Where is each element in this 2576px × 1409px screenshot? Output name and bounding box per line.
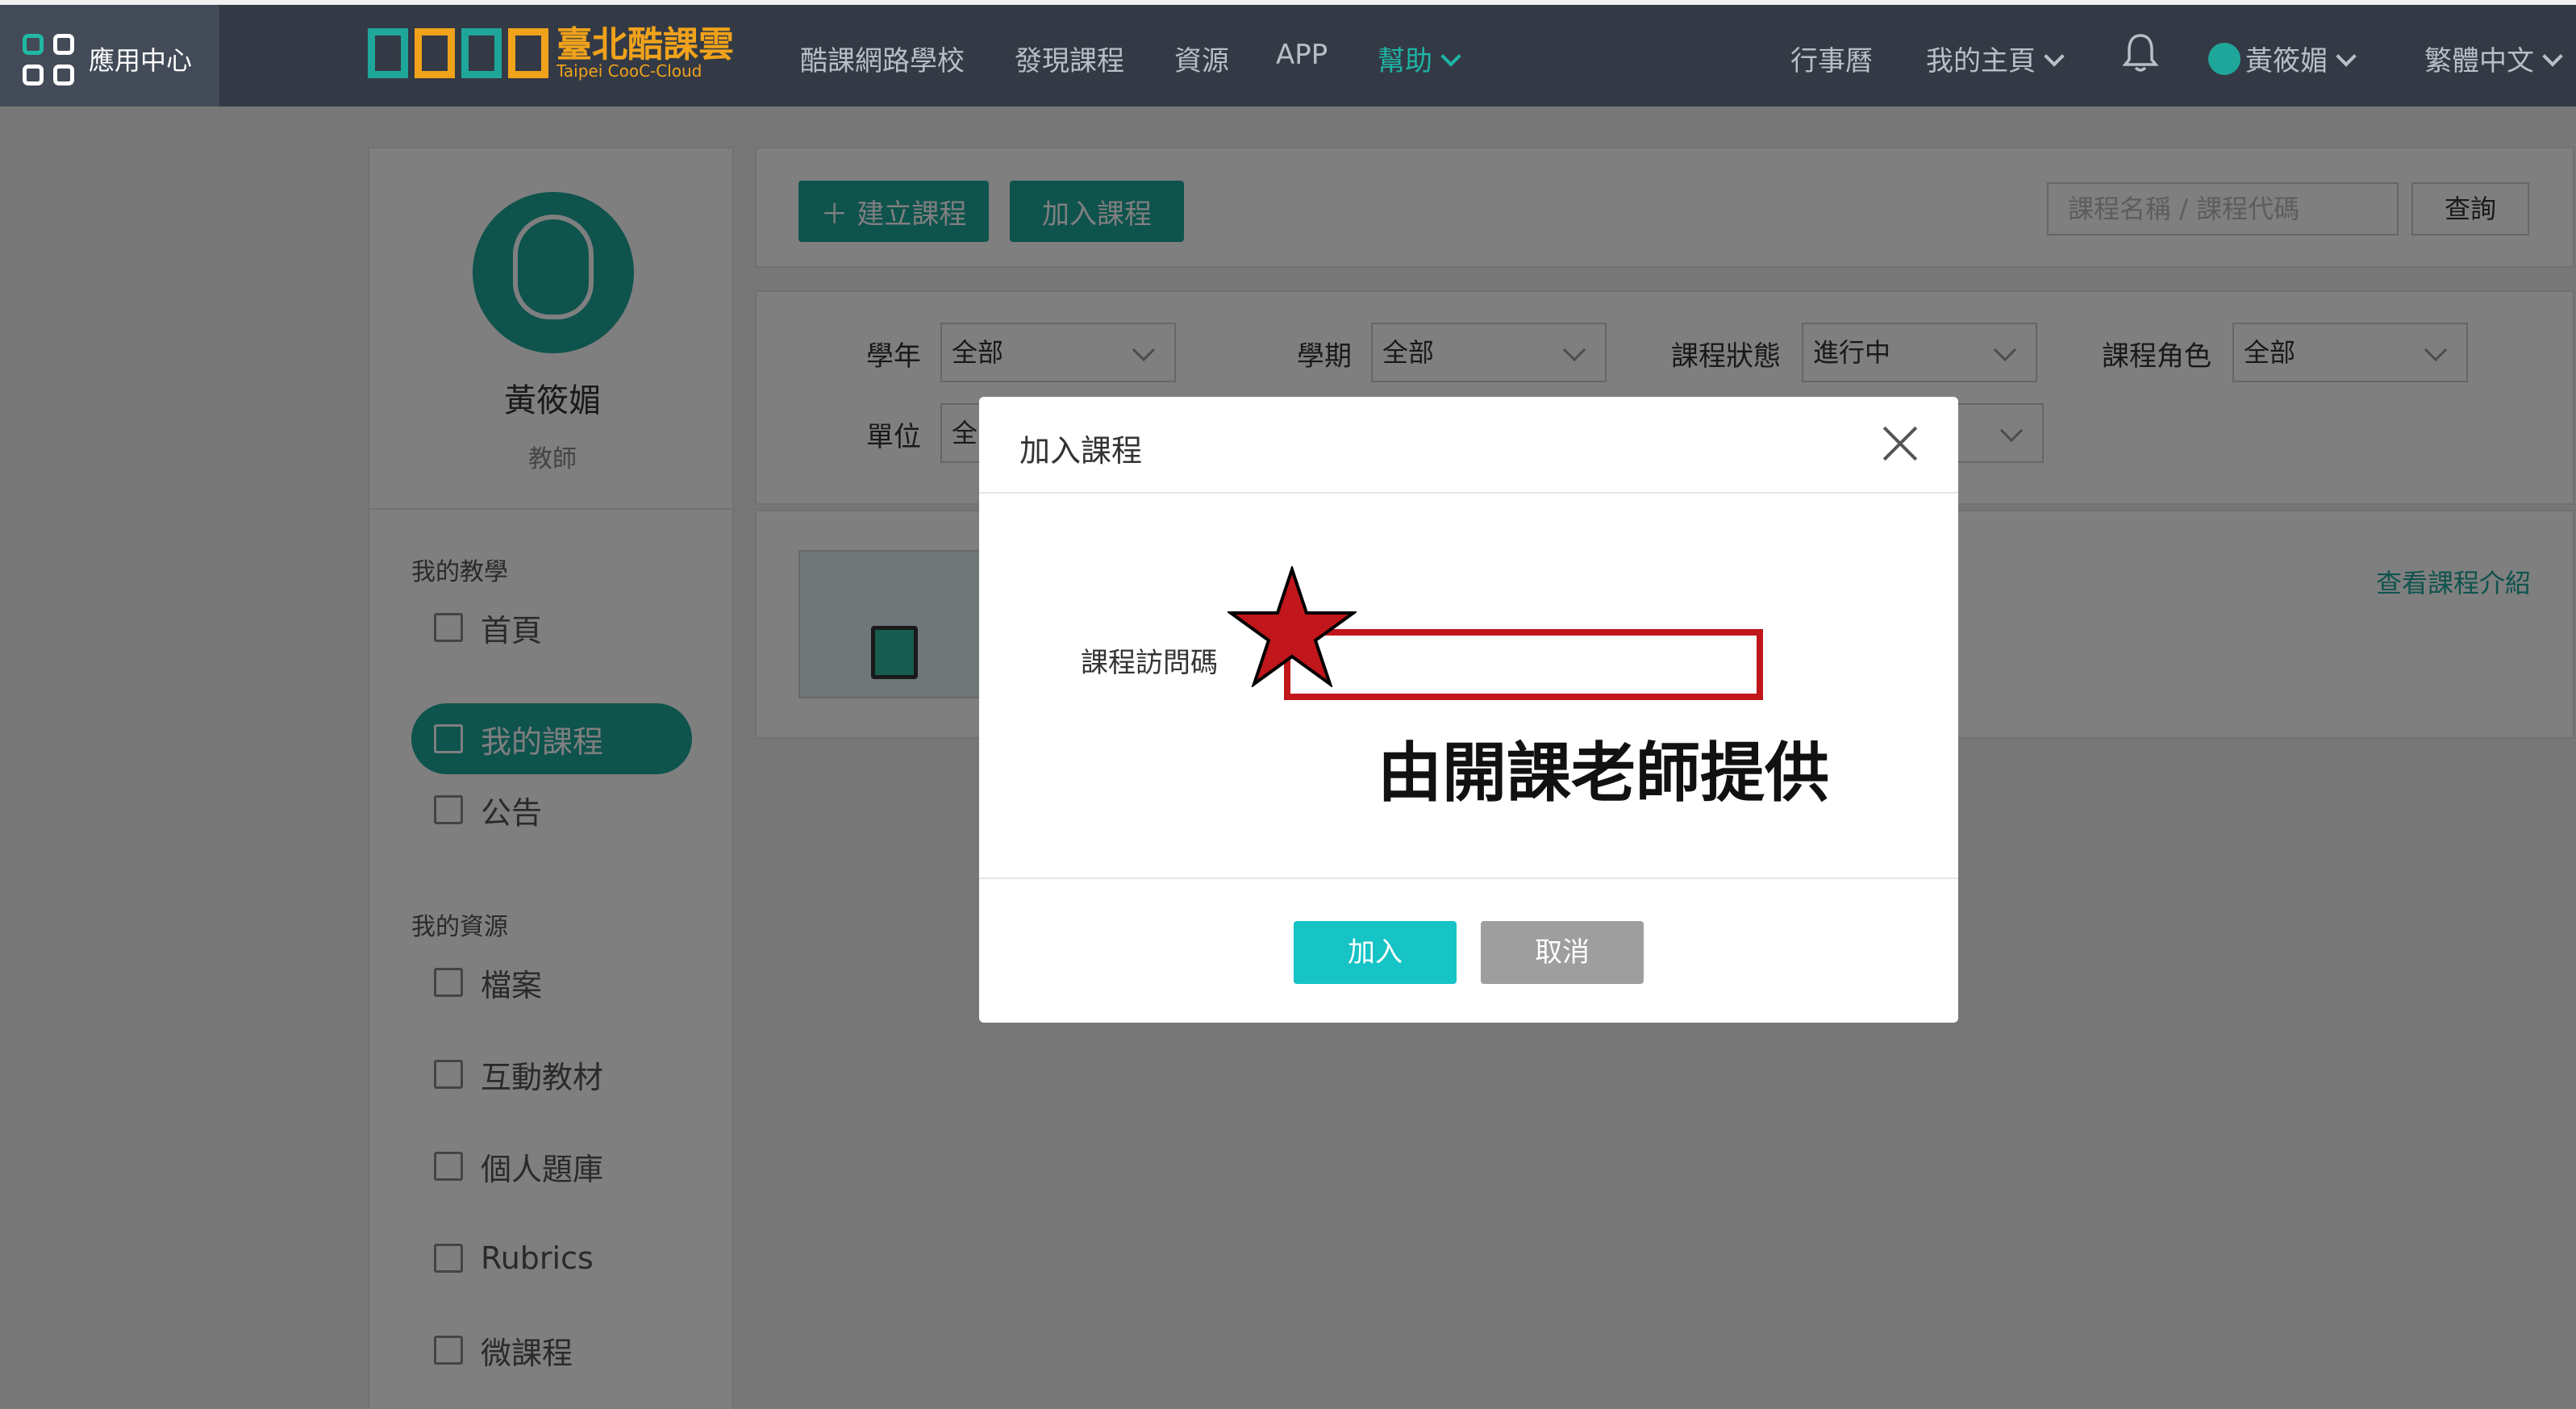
app-center-label: 應用中心 [89,45,193,76]
nav-resources[interactable]: 資源 [1174,39,1229,78]
user-menu-label: 黃筱媚 [2245,45,2328,77]
bell-icon[interactable] [2122,32,2159,80]
user-menu[interactable]: 黃筱媚 [2208,39,2357,78]
access-code-hint: 由開課老師提供 [1378,736,1829,811]
nav-help[interactable]: 幫助 [1378,39,1461,78]
nav-homepage-label: 我的主頁 [1926,45,2036,77]
nav-homepage[interactable]: 我的主頁 [1926,39,2065,78]
close-icon[interactable] [1878,421,1923,466]
divider [979,492,1958,494]
nav-school[interactable]: 酷課網路學校 [800,39,965,78]
divider [979,877,1958,879]
cancel-button[interactable]: 取消 [1481,921,1644,984]
nav-calendar[interactable]: 行事曆 [1790,39,1873,78]
top-border [0,0,2576,5]
site-logo[interactable]: 臺北酷課雲 Taipei CooC-Cloud [368,26,734,81]
app-center-button[interactable]: 應用中心 [0,5,219,106]
top-navbar: 應用中心 臺北酷課雲 Taipei CooC-Cloud 酷課網路學校 發現課程… [0,0,2576,106]
user-avatar-icon [2208,43,2240,75]
dialog-title: 加入課程 [1019,433,1143,469]
access-code-label: 課程訪問碼 [1081,647,1218,679]
language-menu[interactable]: 繁體中文 [2424,39,2563,78]
chevron-down-icon [2542,46,2563,67]
nav-app[interactable]: APP [1276,39,1328,71]
join-course-dialog: 加入課程 課程訪問碼 由開課老師提供 加入 取消 [979,397,1958,1023]
chevron-down-icon [1440,46,1461,67]
join-button[interactable]: 加入 [1294,921,1457,984]
chevron-down-icon [2044,46,2065,67]
star-icon [1228,566,1357,687]
app-grid-icon [23,34,74,85]
language-label: 繁體中文 [2424,45,2534,77]
logo-mark [368,28,548,78]
chevron-down-icon [2336,46,2357,67]
logo-subtitle: Taipei CooC-Cloud [556,61,702,81]
nav-discover[interactable]: 發現課程 [1015,39,1124,78]
nav-help-label: 幫助 [1378,45,1432,77]
logo-title: 臺北酷課雲 [556,24,734,65]
